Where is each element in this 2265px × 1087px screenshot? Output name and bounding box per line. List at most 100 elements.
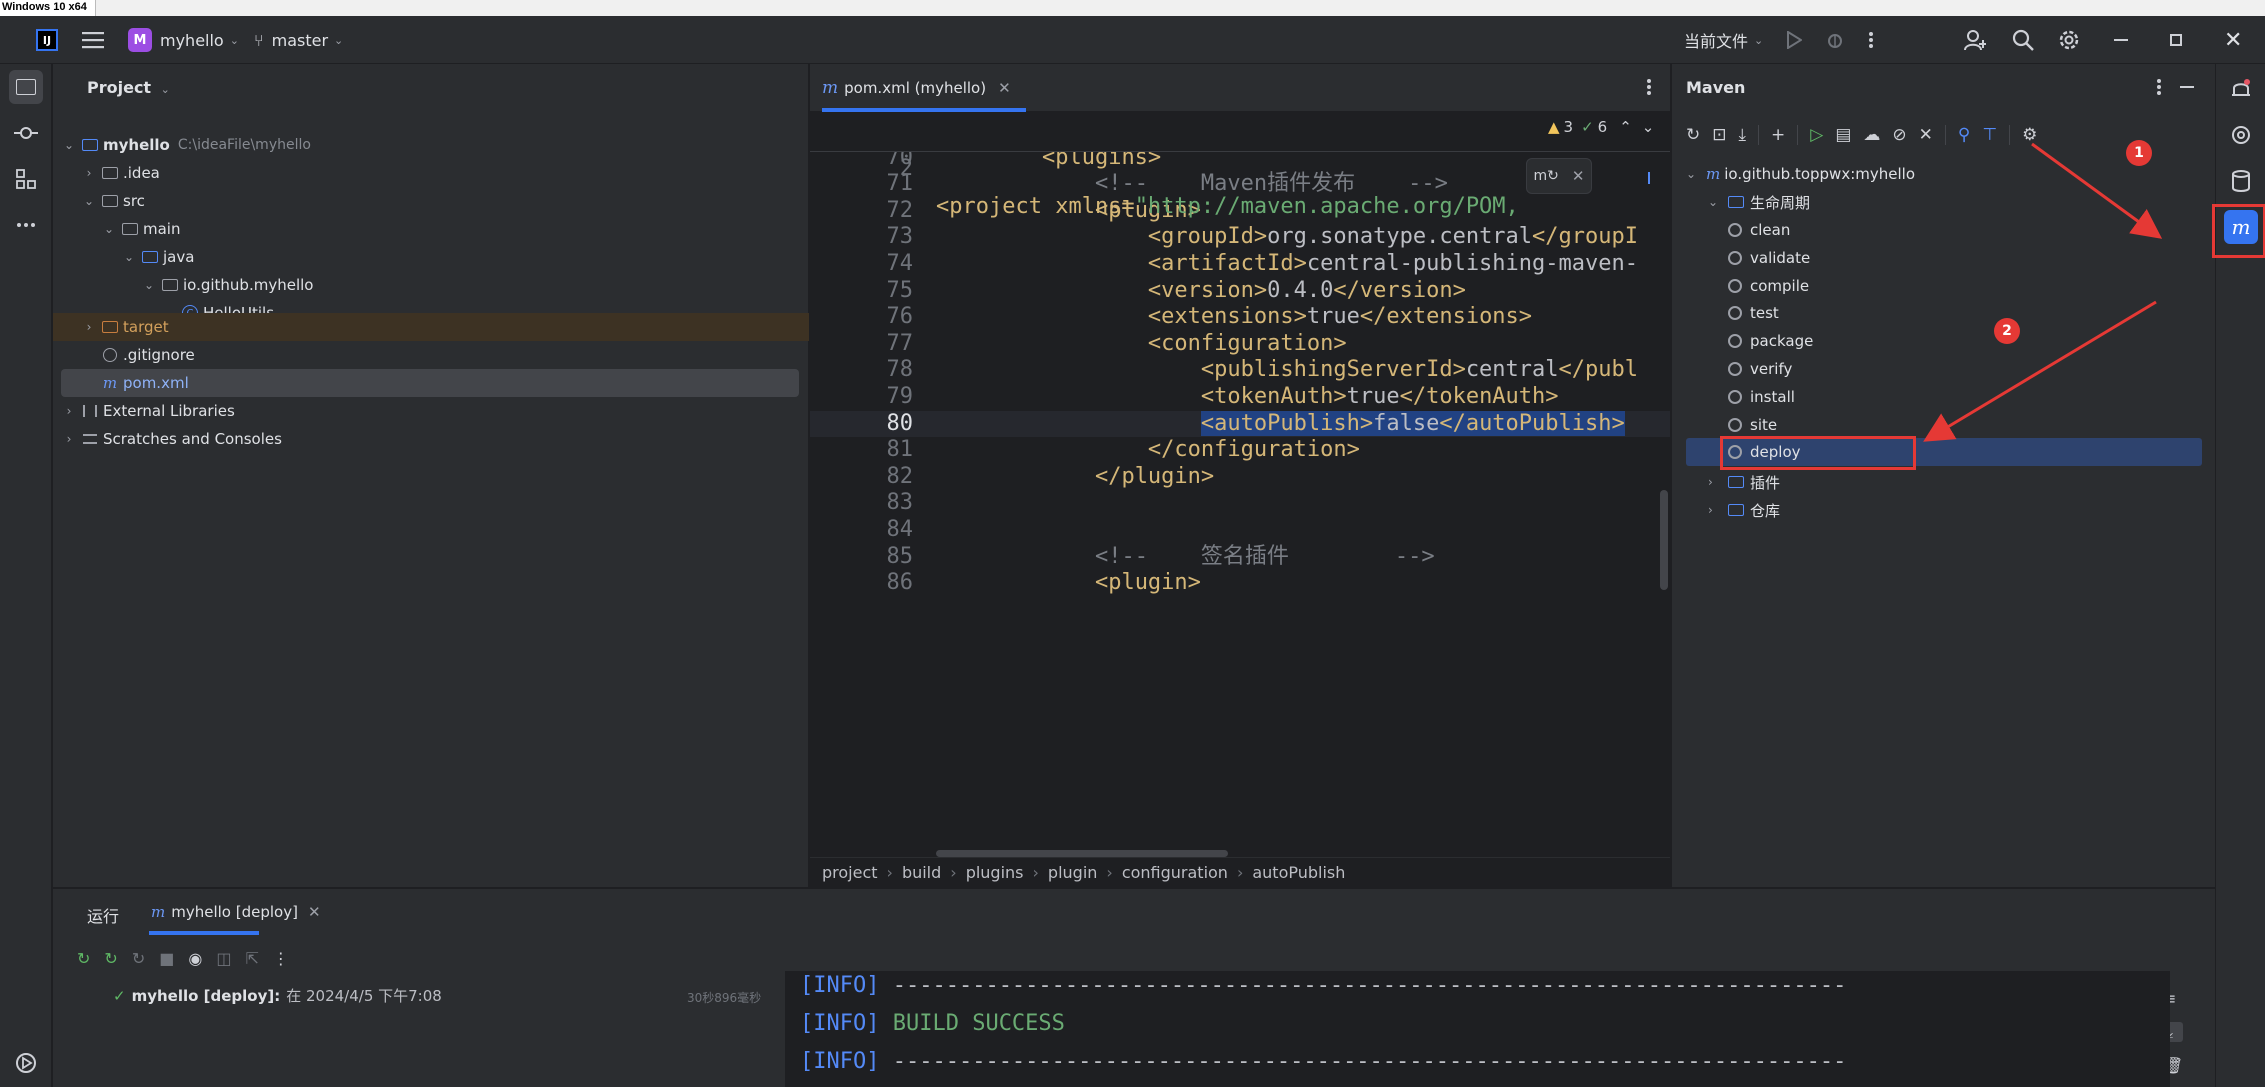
rerun-icon[interactable]: ↻ (77, 949, 90, 968)
project-tool-icon[interactable] (9, 70, 43, 104)
excluded-folder-icon (101, 319, 119, 335)
close-icon[interactable]: ✕ (998, 79, 1011, 97)
more-horizontal-icon[interactable] (9, 208, 43, 242)
line-number: 76 (886, 304, 914, 330)
breadcrumb-item[interactable]: configuration (1122, 863, 1228, 882)
breadcrumb-item[interactable]: plugin (1048, 863, 1097, 882)
code-line[interactable]: 75 <version>0.4.0</version> (810, 278, 1670, 305)
maven-file-icon: m (102, 374, 118, 392)
maven-plugins-node[interactable]: › 插件 (1708, 468, 1780, 496)
code-line[interactable]: 74 <artifactId>central-publishing-maven- (810, 251, 1670, 278)
branch-switcher[interactable]: ⑂ master ⌄ (254, 16, 343, 64)
editor-tab-pom[interactable]: m pom.xml (myhello) ✕ (822, 64, 1011, 112)
tree-item-src[interactable]: ⌄ src (53, 187, 809, 215)
chevron-down-icon: ⌄ (160, 83, 170, 96)
os-tab[interactable]: Windows 10 x64 (0, 0, 96, 16)
folder-icon (121, 221, 139, 237)
warning-icon[interactable]: ▲ (1548, 118, 1560, 136)
debug-icon[interactable] (1826, 16, 1844, 64)
database-icon[interactable] (2224, 164, 2258, 198)
plugins-label: 插件 (1750, 473, 1781, 492)
structure-icon[interactable] (9, 162, 43, 196)
services-icon[interactable] (9, 1046, 43, 1080)
code-line[interactable]: 78 <publishingServerId>central</publ (810, 357, 1670, 384)
code-editor[interactable]: 69 <build>70 <plugins>71 <!-- Maven插件发布 … (810, 112, 1670, 857)
minimize-icon[interactable] (2114, 16, 2128, 64)
code-line[interactable]: 81 </configuration> (810, 437, 1670, 464)
maven-repos-node[interactable]: › 仓库 (1708, 496, 1780, 524)
more-vertical-icon[interactable] (1868, 16, 1874, 64)
export-icon[interactable]: ⇱ (245, 949, 258, 968)
notifications-icon[interactable] (2224, 72, 2258, 106)
ide-logo-icon[interactable]: IJ (36, 16, 58, 64)
code-line[interactable]: 79 <tokenAuth>true</tokenAuth> (810, 384, 1670, 411)
view-icon[interactable]: ◉ (188, 949, 202, 968)
rerun-failed-icon[interactable]: ↻ (104, 949, 117, 968)
search-icon[interactable] (2012, 16, 2034, 64)
run-task-row[interactable]: ✓ myhello [deploy]: 在 2024/4/5 下午7:08 (113, 985, 442, 1006)
code-token: true (1346, 384, 1400, 409)
run-config-selector[interactable]: 当前文件 ⌄ (1684, 16, 1763, 64)
breadcrumb-item[interactable]: build (902, 863, 941, 882)
horizontal-scrollbar[interactable] (936, 850, 1228, 857)
project-switcher[interactable]: M myhello ⌄ (128, 16, 239, 64)
code-line[interactable]: 86 <plugin> (810, 570, 1670, 597)
maven-panel: Maven ↻ ⊡ ⤓ + ▷ ▤ ☁ ⊘ ✕ ⚲ ⊤ ⚙ ⌄ m io.git… (1671, 64, 2215, 887)
close-icon[interactable]: ✕ (2224, 16, 2242, 64)
toggle-offline-icon[interactable]: ↻ (132, 949, 145, 968)
chevron-right-icon: › (66, 432, 72, 446)
tree-item-package[interactable]: ⌄ io.github.myhello (53, 271, 809, 299)
commit-icon[interactable] (9, 116, 43, 150)
breadcrumb-item[interactable]: plugins (966, 863, 1024, 882)
tree-item-gitignore[interactable]: .gitignore (53, 341, 809, 369)
chevron-down-icon[interactable]: ⌄ (1642, 118, 1655, 136)
add-user-icon[interactable] (1964, 16, 1986, 64)
code-token: <groupId> (1147, 224, 1268, 250)
restore-icon[interactable] (2170, 16, 2182, 64)
code-line[interactable]: 83 (810, 490, 1670, 517)
tree-item-main[interactable]: ⌄ main (53, 215, 809, 243)
main-menu-icon[interactable] (82, 16, 104, 64)
tree-item-scratches[interactable]: › Scratches and Consoles (53, 425, 809, 453)
more-vertical-icon[interactable]: ⋮ (273, 949, 289, 968)
code-line[interactable]: 84 (810, 517, 1670, 544)
code-line[interactable]: 77 <configuration> (810, 331, 1670, 358)
tree-label: .idea (123, 164, 160, 182)
settings-gear-icon[interactable] (2058, 16, 2080, 64)
project-name: myhello (160, 30, 224, 50)
run-icon[interactable] (1786, 16, 1802, 64)
folder-icon (101, 193, 119, 209)
code-line[interactable]: 82 </plugin> (810, 464, 1670, 491)
console-output[interactable]: [INFO] ---------------------------------… (785, 971, 2170, 1087)
maven-reload-icon[interactable]: m↻ (1534, 168, 1559, 184)
code-text: <groupId>org.sonatype.central</groupI (936, 224, 1638, 251)
ai-assistant-icon[interactable] (2224, 118, 2258, 152)
tree-item-java[interactable]: ⌄ java (53, 243, 809, 271)
breadcrumb-item[interactable]: autoPublish (1252, 863, 1345, 882)
close-icon[interactable]: ✕ (308, 903, 321, 921)
screenshot-icon[interactable]: ◫ (216, 949, 231, 968)
tree-item-external-libraries[interactable]: › External Libraries (53, 397, 809, 425)
code-line[interactable]: 76 <extensions>true</extensions> (810, 304, 1670, 331)
chevron-up-icon[interactable]: ⌃ (1619, 118, 1632, 136)
stop-icon[interactable]: ■ (159, 949, 174, 968)
run-config-tab[interactable]: m myhello [deploy] ✕ (151, 903, 321, 921)
more-vertical-icon[interactable] (1646, 78, 1652, 100)
tree-item-pom[interactable]: m pom.xml (53, 369, 809, 397)
sticky-tag: <project xmlns= (936, 194, 1135, 219)
breadcrumb-item[interactable]: project (822, 863, 878, 882)
code-line[interactable]: 73 <groupId>org.sonatype.central</groupI (810, 224, 1670, 251)
run-tab-label[interactable]: 运行 (87, 903, 119, 927)
code-line[interactable]: 80 <autoPublish>false</autoPublish> (810, 410, 1670, 438)
code-line[interactable]: 85 <!-- 签名插件 --> (810, 544, 1670, 571)
vertical-scrollbar[interactable] (1660, 490, 1668, 590)
task-duration: 30秒896毫秒 (687, 991, 762, 1005)
tree-item-target[interactable]: › target (53, 313, 809, 341)
tree-item-idea[interactable]: › .idea (53, 159, 809, 187)
close-icon[interactable]: ✕ (1572, 167, 1585, 185)
tree-root-myhello[interactable]: ⌄ myhello C:\ideaFile\myhello (53, 131, 809, 159)
project-panel-title[interactable]: Project ⌄ (87, 78, 170, 97)
editor-tab-label: pom.xml (myhello) (844, 79, 987, 97)
check-icon[interactable]: ✓ (1581, 118, 1594, 136)
